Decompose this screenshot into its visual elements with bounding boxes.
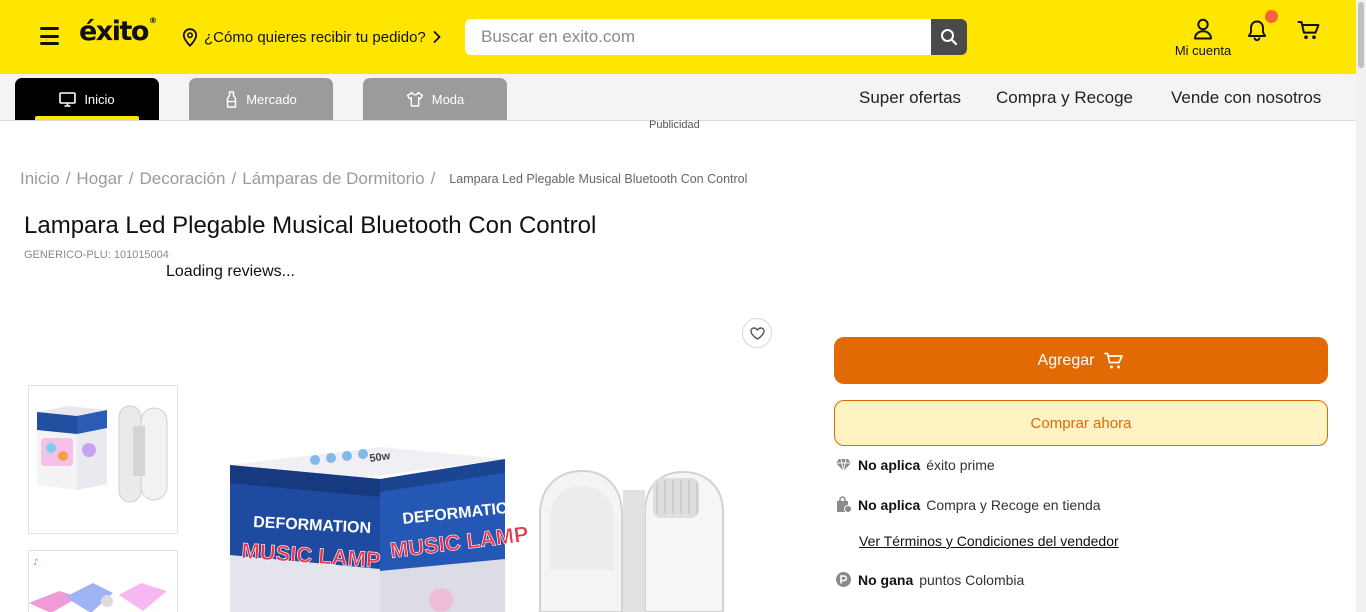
top-header: éxito® ¿Cómo quieres recibir tu pedido? … bbox=[0, 0, 1356, 74]
delivery-selector[interactable]: ¿Cómo quieres recibir tu pedido? bbox=[182, 27, 442, 47]
thumbnail-1[interactable] bbox=[28, 385, 178, 534]
breadcrumb-item[interactable]: Inicio bbox=[20, 169, 60, 188]
pickup-text: Compra y Recoge en tienda bbox=[926, 496, 1101, 513]
active-tab-indicator bbox=[35, 116, 139, 120]
search-button[interactable] bbox=[931, 19, 967, 55]
tab-mercado[interactable]: Mercado bbox=[189, 78, 333, 120]
breadcrumb-item[interactable]: Decoración bbox=[139, 169, 225, 188]
breadcrumb-item[interactable]: Hogar bbox=[76, 169, 122, 188]
points-info: No gana puntos Colombia bbox=[835, 571, 1024, 588]
breadcrumb-current: Lampara Led Plegable Musical Bluetooth C… bbox=[449, 172, 748, 186]
points-text: puntos Colombia bbox=[919, 571, 1025, 588]
chevron-right-icon bbox=[433, 31, 441, 43]
account-button[interactable]: Mi cuenta bbox=[1170, 18, 1236, 58]
puntos-colombia-icon bbox=[836, 572, 851, 587]
thumbnail-2[interactable]: ♪ bbox=[28, 550, 178, 612]
prime-info: No aplica éxito prime bbox=[835, 457, 995, 473]
tab-label: Inicio bbox=[84, 91, 115, 107]
monitor-icon bbox=[59, 91, 77, 107]
cart-icon bbox=[1104, 352, 1124, 368]
ad-label: Publicidad bbox=[649, 119, 700, 131]
page-scrollbar[interactable] bbox=[1356, 0, 1366, 612]
location-pin-icon bbox=[182, 27, 198, 47]
search-icon bbox=[941, 29, 958, 46]
bottle-icon bbox=[226, 90, 237, 108]
product-title: Lampara Led Plegable Musical Bluetooth C… bbox=[24, 212, 597, 239]
nav-link-compra-recoge[interactable]: Compra y Recoge bbox=[996, 88, 1133, 108]
account-label: Mi cuenta bbox=[1174, 43, 1232, 58]
store-pickup-icon bbox=[837, 496, 852, 513]
prime-status: No aplica bbox=[858, 457, 921, 473]
nav-link-super-ofertas[interactable]: Super ofertas bbox=[859, 88, 961, 108]
tab-label: Moda bbox=[431, 91, 465, 107]
reviews-status: Loading reviews... bbox=[166, 263, 295, 280]
shirt-icon bbox=[406, 91, 423, 107]
delivery-label: ¿Cómo quieres recibir tu pedido? bbox=[204, 28, 426, 46]
cart-button[interactable] bbox=[1297, 20, 1321, 46]
pickup-status: No aplica bbox=[858, 496, 921, 513]
tab-moda[interactable]: Moda bbox=[363, 78, 507, 120]
exito-logo[interactable]: éxito® bbox=[79, 16, 157, 47]
notifications-button[interactable] bbox=[1246, 10, 1278, 47]
tab-inicio[interactable]: Inicio bbox=[15, 78, 159, 120]
diamond-icon bbox=[836, 458, 851, 472]
cart-icon bbox=[1297, 21, 1320, 39]
tab-label: Mercado bbox=[246, 91, 297, 107]
product-thumbnail-image bbox=[29, 386, 177, 533]
favorite-button[interactable] bbox=[742, 318, 772, 348]
svg-text:♪: ♪ bbox=[33, 558, 39, 568]
search-bar bbox=[465, 19, 967, 55]
notification-badge bbox=[1265, 10, 1278, 23]
add-to-cart-button[interactable]: Agregar bbox=[834, 337, 1328, 384]
category-nav: Inicio Mercado Moda Super ofertas Compra… bbox=[0, 74, 1356, 121]
user-icon bbox=[1194, 18, 1212, 40]
breadcrumb: Inicio / Hogar / Decoración / Lámparas de Dorm… bbox=[20, 169, 748, 188]
bell-icon bbox=[1247, 20, 1267, 42]
menu-icon[interactable] bbox=[40, 27, 59, 45]
buy-now-button[interactable]: Comprar ahora bbox=[834, 400, 1328, 446]
pickup-info: No aplica Compra y Recoge en tienda bbox=[835, 496, 1101, 513]
seller-terms-link[interactable]: Ver Términos y Condiciones del vendedor bbox=[859, 533, 1119, 549]
points-status: No gana bbox=[858, 571, 914, 588]
product-plu: GENERICO-PLU: 101015004 bbox=[24, 249, 169, 261]
search-input[interactable] bbox=[465, 19, 931, 55]
heart-icon bbox=[749, 326, 765, 340]
prime-text: éxito prime bbox=[926, 457, 995, 473]
product-thumbnail-image: ♪ bbox=[29, 551, 177, 612]
add-to-cart-label: Agregar bbox=[1037, 351, 1095, 369]
nav-link-vende[interactable]: Vende con nosotros bbox=[1171, 88, 1321, 108]
product-photo: DEFORMATION MUSIC LAMP DEFORMATION MUSIC… bbox=[205, 420, 780, 612]
buy-now-label: Comprar ahora bbox=[1030, 414, 1132, 432]
breadcrumb-item[interactable]: Lámparas de Dormitorio bbox=[242, 169, 424, 188]
product-main-image[interactable]: DEFORMATION MUSIC LAMP DEFORMATION MUSIC… bbox=[205, 420, 780, 612]
